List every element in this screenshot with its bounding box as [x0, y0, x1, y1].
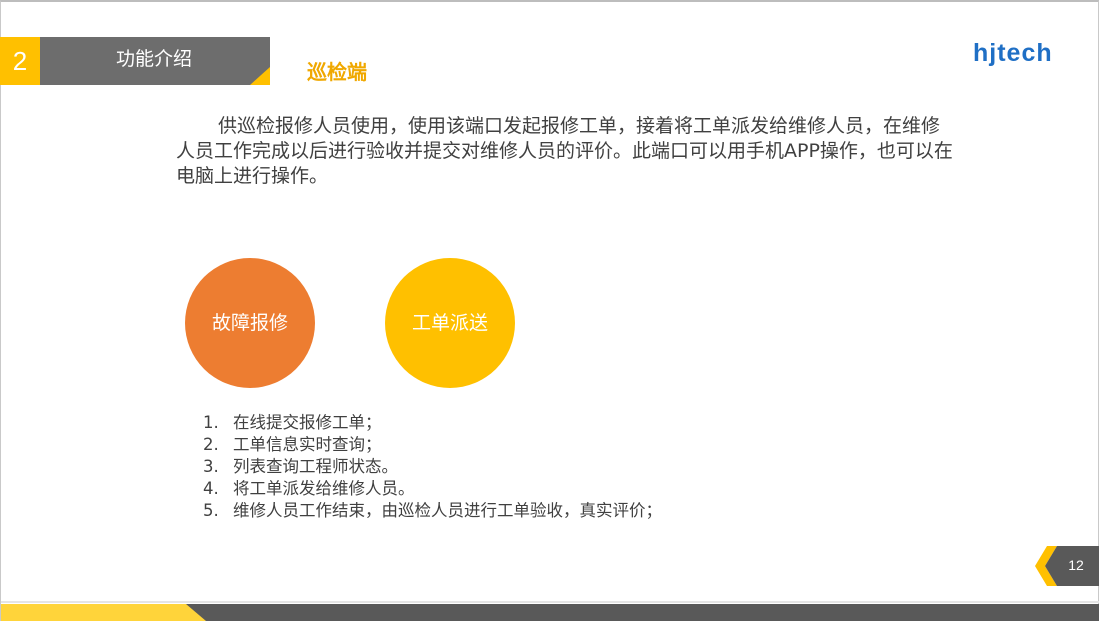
logo-text: hjtech	[973, 40, 1053, 66]
list-item-number: 3.	[203, 457, 219, 476]
list-item-text: 列表查询工程师状态。	[233, 457, 398, 476]
list-item: 3. 列表查询工程师状态。	[203, 456, 662, 478]
company-logo: hjtech	[973, 40, 1053, 66]
corner-triangle-icon	[250, 67, 270, 85]
circle-fault-report: 故障报修	[185, 258, 315, 388]
list-item: 2. 工单信息实时查询；	[203, 434, 662, 456]
list-item-text: 在线提交报修工单；	[233, 413, 382, 432]
section-number: 2	[0, 37, 40, 85]
feature-list: 1. 在线提交报修工单； 2. 工单信息实时查询； 3. 列表查询工程师状态。 4. 将…	[203, 412, 662, 522]
list-item-text: 工单信息实时查询；	[233, 435, 382, 454]
slide-frame	[0, 0, 1099, 621]
section-title: 功能介绍	[116, 48, 193, 70]
list-item-text: 维修人员工作结束，由巡检人员进行工单验收，真实评价；	[233, 501, 662, 520]
circle-label: 故障报修	[211, 312, 288, 334]
page-number: 12	[1068, 557, 1084, 573]
list-item-text: 将工单派发给维修人员。	[233, 479, 415, 498]
footer-bar-gray	[180, 604, 1099, 621]
list-item: 4. 将工单派发给维修人员。	[203, 478, 662, 500]
list-item-number: 1.	[203, 413, 219, 432]
circle-order-dispatch: 工单派送	[385, 258, 515, 388]
list-item-number: 2.	[203, 435, 219, 454]
list-item-number: 4.	[203, 479, 219, 498]
list-item-number: 5.	[203, 501, 219, 520]
list-item: 1. 在线提交报修工单；	[203, 412, 662, 434]
footer-divider	[1, 601, 1099, 603]
footer-bar-yellow	[1, 604, 206, 621]
page-heading: 巡检端	[307, 60, 367, 84]
circle-label: 工单派送	[411, 312, 488, 334]
intro-paragraph: 供巡检报修人员使用，使用该端口发起报修工单，接着将工单派发给维修人员，在维修人员…	[176, 115, 953, 187]
list-item: 5. 维修人员工作结束，由巡检人员进行工单验收，真实评价；	[203, 500, 662, 522]
section-title-bar: 功能介绍	[40, 37, 270, 85]
